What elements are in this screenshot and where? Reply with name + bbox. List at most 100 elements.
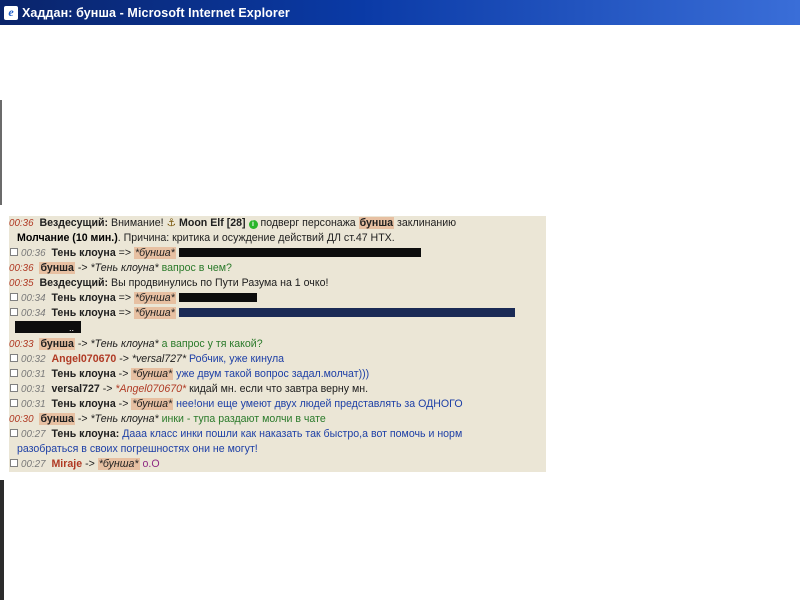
checkbox-icon[interactable] — [10, 369, 18, 377]
timestamp: 00:31 — [21, 399, 46, 410]
message-text: Дааа класс инки пошли как наказать так б… — [122, 428, 463, 440]
sender-nick[interactable]: бунша — [39, 413, 75, 425]
message-text: Внимание! — [111, 217, 164, 229]
arrow: -> — [119, 353, 129, 365]
chat-line: 00:35 Вездесущий: Вы продвинулись по Пут… — [9, 276, 546, 291]
spell-name: Молчание (10 мин.) — [17, 232, 118, 244]
sender-nick[interactable]: Тень клоуна — [51, 307, 115, 319]
chat-line: 00:34 Тень клоуна => *бунша* — [9, 306, 546, 321]
arrow: -> — [102, 383, 113, 395]
timestamp: 00:31 — [21, 369, 46, 380]
message-text: заклинанию — [397, 217, 457, 229]
redaction-bar — [178, 248, 421, 257]
message-text: а вапрос у тя какой? — [161, 338, 263, 350]
window-titlebar[interactable]: e Хаддан: бунша - Microsoft Internet Exp… — [0, 0, 800, 25]
arrow: => — [118, 247, 132, 259]
chat-line: 00:36 Вездесущий: Внимание! ⚓ Moon Elf [… — [9, 216, 546, 231]
left-edge-divider — [0, 100, 2, 205]
recipient-nick[interactable]: *Тень клоуна* — [91, 338, 159, 350]
message-text: Робчик, уже кинула — [189, 353, 285, 365]
arrow: -> — [77, 338, 88, 350]
chat-line: 00:36 бунша -> *Тень клоуна* вапрос в че… — [9, 261, 546, 276]
recipient-nick[interactable]: *Тень клоуна* — [91, 413, 159, 425]
chat-line: 00:33 бунша -> *Тень клоуна* а вапрос у … — [9, 337, 546, 352]
sender-nick[interactable]: Вездесущий: — [39, 277, 108, 289]
timestamp: 00:34 — [21, 293, 46, 304]
sender-nick[interactable]: Тень клоуна — [51, 247, 115, 259]
arrow: -> — [85, 458, 95, 470]
chat-line: 00:31 versal727 -> *Angel070670* кидай м… — [9, 382, 546, 397]
chat-line: 00:27 Miraje -> *бунша* о.О — [9, 457, 546, 472]
sender-nick[interactable]: Angel070670 — [51, 353, 116, 365]
arrow: -> — [77, 262, 88, 274]
ie-icon[interactable]: e — [4, 5, 18, 20]
chat-line-continuation: Молчание (10 мин.). Причина: критика и о… — [9, 231, 546, 246]
chat-line: 00:31 Тень клоуна -> *бунша* уже двум та… — [9, 367, 546, 382]
chat-line: 00:34 Тень клоуна => *бунша* — [9, 291, 546, 306]
redaction-bar — [178, 308, 515, 317]
target-level: [28] — [226, 217, 246, 229]
sender-nick[interactable]: Вездесущий: — [39, 217, 108, 229]
message-text: вапрос в чем? — [161, 262, 232, 274]
sender-nick[interactable]: Тень клоуна: — [51, 428, 119, 440]
chat-line: 00:31 Тень клоуна -> *бунша* нее!они еще… — [9, 397, 546, 412]
recipient-nick[interactable]: *Angel070670* — [115, 383, 186, 395]
chat-line: 00:36 Тень клоуна => *бунша* — [9, 246, 546, 261]
sender-nick[interactable]: Тень клоуна — [51, 292, 115, 304]
window-title: Хаддан: бунша - Microsoft Internet Explo… — [22, 5, 290, 20]
arrow: -> — [118, 368, 129, 380]
chat-line: 00:30 бунша -> *Тень клоуна* инки - тупа… — [9, 412, 546, 427]
sender-nick[interactable]: Тень клоуна — [51, 368, 115, 380]
checkbox-icon[interactable] — [10, 399, 18, 407]
timestamp: 00:27 — [21, 429, 46, 440]
recipient-nick[interactable]: *бунша* — [97, 458, 140, 470]
checkbox-icon[interactable] — [10, 308, 18, 316]
checkbox-icon[interactable] — [10, 248, 18, 256]
chat-line-continuation: разобраться в своих погрешностях они не … — [9, 442, 546, 457]
timestamp: 00:32 — [21, 354, 46, 365]
recipient-nick[interactable]: *бунша* — [134, 307, 176, 319]
message-text: подверг персонажа — [260, 217, 356, 229]
anchor-icon: ⚓ — [166, 217, 177, 229]
checkbox-icon[interactable] — [10, 293, 18, 301]
arrow: => — [118, 292, 132, 304]
timestamp: 00:36 — [21, 248, 46, 259]
status-dot-icon[interactable]: i — [248, 220, 258, 229]
sender-nick[interactable]: Miraje — [51, 458, 82, 470]
timestamp: 00:27 — [21, 459, 46, 470]
victim-nick[interactable]: бунша — [358, 217, 395, 229]
arrow: -> — [77, 413, 88, 425]
sender-nick[interactable]: Тень клоуна — [51, 398, 115, 410]
redaction-bar — [178, 293, 257, 302]
timestamp: 00:36 — [9, 218, 34, 229]
chat-log: 00:36 Вездесущий: Внимание! ⚓ Moon Elf [… — [9, 216, 546, 472]
recipient-nick[interactable]: *Тень клоуна* — [91, 262, 159, 274]
checkbox-icon[interactable] — [10, 429, 18, 437]
sender-nick[interactable]: бунша — [39, 338, 75, 350]
checkbox-icon[interactable] — [10, 354, 18, 362]
message-text: уже двум такой вопрос задал.молчат))) — [176, 368, 370, 380]
sender-nick[interactable]: versal727 — [51, 383, 99, 395]
sender-nick[interactable]: бунша — [39, 262, 75, 274]
message-text: кидай мн. если что завтра верну мн. — [189, 383, 369, 395]
message-text: о.О — [142, 458, 160, 470]
timestamp: 00:33 — [9, 339, 34, 350]
recipient-nick[interactable]: *бунша* — [134, 292, 176, 304]
left-edge-bar — [0, 480, 4, 600]
message-text: разобраться в своих погрешностях они не … — [17, 443, 258, 455]
message-text: .. — [69, 323, 75, 333]
recipient-nick[interactable]: *бунша* — [131, 368, 174, 380]
recipient-nick[interactable]: *бунша* — [134, 247, 176, 259]
message-text: нее!они еще умеют двух людей представлят… — [176, 398, 463, 410]
arrow: => — [118, 307, 132, 319]
recipient-nick[interactable]: *versal727* — [132, 353, 186, 365]
target-nick[interactable]: Moon Elf — [179, 217, 224, 229]
timestamp: 00:30 — [9, 414, 34, 425]
timestamp: 00:36 — [9, 263, 34, 274]
message-text: . Причина: критика и осуждение действий … — [117, 232, 395, 244]
chat-line-continuation: .. — [9, 321, 546, 337]
checkbox-icon[interactable] — [10, 459, 18, 467]
checkbox-icon[interactable] — [10, 384, 18, 392]
timestamp: 00:31 — [21, 384, 46, 395]
recipient-nick[interactable]: *бунша* — [131, 398, 174, 410]
